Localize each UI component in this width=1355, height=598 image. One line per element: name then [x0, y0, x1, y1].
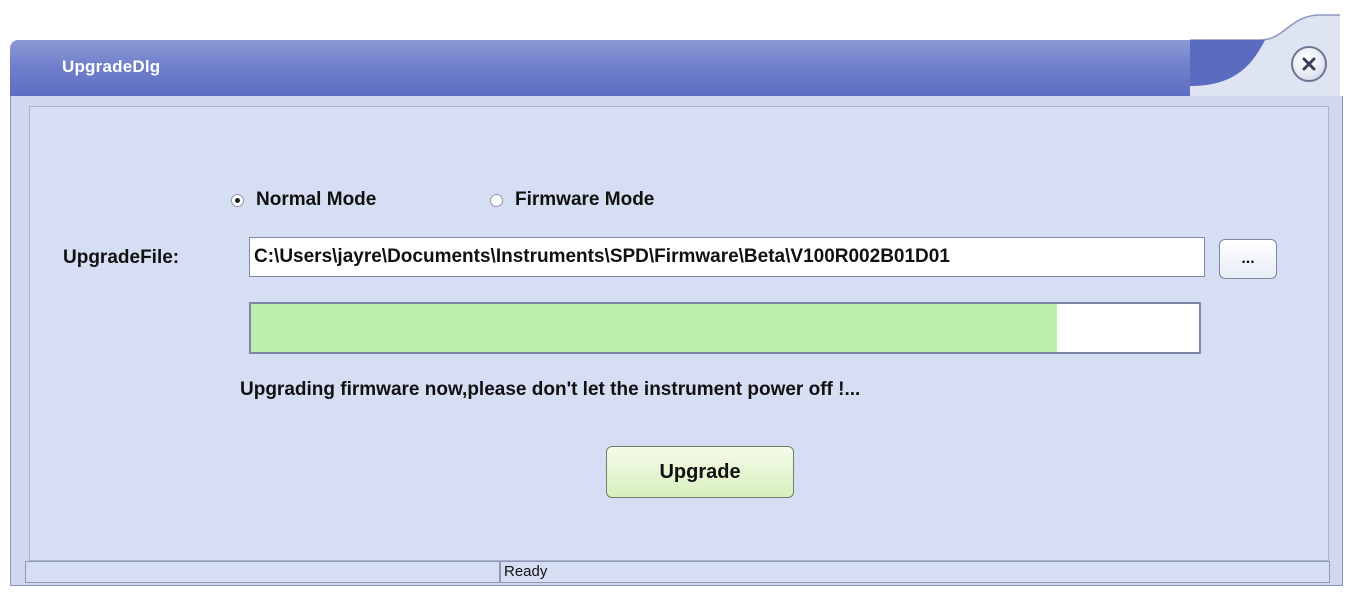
status-message: Upgrading firmware now,please don't let … [240, 379, 861, 400]
close-icon [1302, 57, 1316, 71]
radio-firmware-mode-label: Firmware Mode [515, 189, 655, 210]
status-bar: Ready [25, 561, 1330, 583]
dialog-body: Normal Mode Firmware Mode UpgradeFile: .… [10, 96, 1343, 586]
close-button[interactable] [1291, 46, 1327, 82]
upgrade-file-input[interactable] [249, 237, 1205, 277]
progress-fill [251, 304, 1057, 352]
upgrade-button[interactable]: Upgrade [606, 446, 794, 498]
browse-button[interactable]: ... [1219, 239, 1277, 279]
radio-firmware-mode-indicator[interactable] [490, 193, 503, 207]
title-bar [10, 40, 1295, 100]
radio-normal-mode[interactable]: Normal Mode [231, 189, 376, 211]
upgrade-file-label: UpgradeFile: [63, 247, 180, 268]
upgrade-progress-bar [249, 302, 1201, 354]
radio-normal-mode-indicator[interactable] [231, 193, 244, 207]
status-pane-left [25, 561, 500, 583]
upgrade-dialog: UpgradeDlg Normal Mode Firmware Mode Upg… [10, 10, 1345, 588]
dialog-content: Normal Mode Firmware Mode UpgradeFile: .… [29, 106, 1329, 561]
window-title: UpgradeDlg [62, 57, 161, 76]
radio-normal-mode-label: Normal Mode [256, 189, 377, 210]
status-pane-ready: Ready [500, 561, 1330, 583]
radio-firmware-mode[interactable]: Firmware Mode [490, 189, 654, 211]
radio-selected-dot [235, 197, 240, 203]
